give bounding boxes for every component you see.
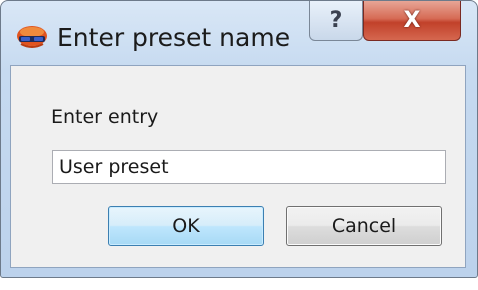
help-icon: ? [329,8,343,33]
ok-button[interactable]: OK [108,206,264,246]
dialog-body: Enter entry OK Cancel [10,65,466,268]
close-icon: X [403,8,421,33]
entry-prompt-label: Enter entry [51,106,159,128]
cancel-button-label: Cancel [331,215,397,237]
ok-button-label: OK [172,215,200,237]
preset-name-dialog: Enter preset name ? X Enter entry OK Can… [0,0,478,278]
close-button[interactable]: X [363,1,461,41]
app-logo-icon [15,25,49,49]
preset-name-input[interactable] [52,150,446,184]
title-bar[interactable]: Enter preset name ? X [1,1,477,65]
help-button[interactable]: ? [309,1,363,41]
dialog-title: Enter preset name [57,23,291,52]
cancel-button[interactable]: Cancel [286,206,442,246]
